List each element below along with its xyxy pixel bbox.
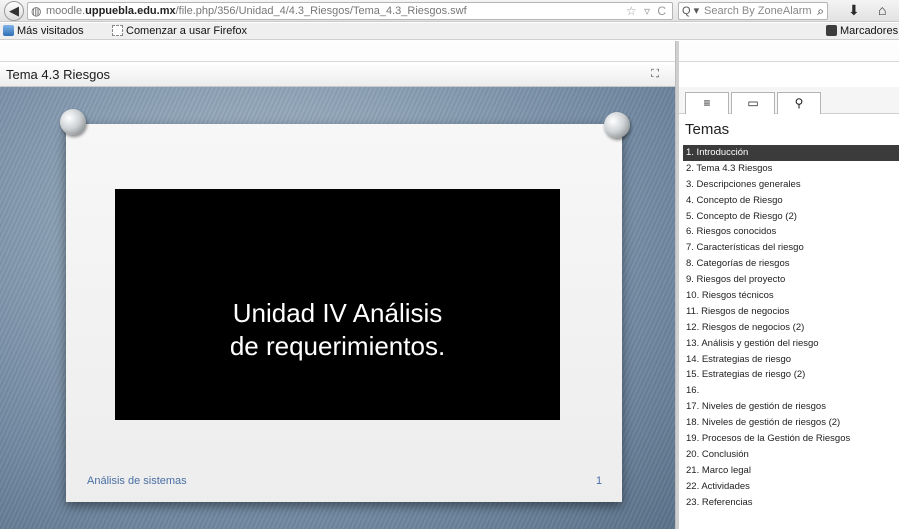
outline-item[interactable]: 7. Características del riesgo: [683, 240, 899, 256]
slide-footer: Análisis de sistemas: [87, 475, 187, 487]
bookmarks-menu-label: Marcadores: [840, 25, 899, 37]
presentation-titlebar: Tema 4.3 Riesgos ⛶: [0, 62, 675, 87]
outline-heading: Temas: [685, 121, 730, 138]
slide-stage: Unidad IV Análisis de requerimientos. An…: [0, 87, 675, 529]
outline-list: 1. Introducción 2. Tema 4.3 Riesgos 3. D…: [683, 145, 899, 510]
outline-item[interactable]: 15. Estrategias de riesgo (2): [683, 367, 899, 383]
url-path: /file.php/356/Unidad_4/4.3_Riesgos/Tema_…: [175, 5, 467, 17]
slide-number: 1: [596, 475, 603, 487]
url-prefix: moodle.: [46, 5, 86, 17]
outline-item[interactable]: 21. Marco legal: [683, 463, 899, 479]
bookmark-getting-started-label: Comenzar a usar Firefox: [126, 25, 248, 37]
home-icon[interactable]: ⌂: [878, 1, 886, 20]
url-bar[interactable]: ◍ moodle.uppuebla.edu.mx/file.php/356/Un…: [27, 2, 673, 20]
tab-outline[interactable]: ≡: [685, 92, 729, 114]
content-top-strip: [0, 41, 899, 62]
outline-item[interactable]: 6. Riesgos conocidos: [683, 224, 899, 240]
slide-title-box: Unidad IV Análisis de requerimientos.: [115, 189, 560, 420]
outline-item[interactable]: 19. Procesos de la Gestión de Riesgos: [683, 431, 899, 447]
back-button[interactable]: ◀: [4, 1, 24, 21]
outline-item[interactable]: 1. Introducción: [683, 145, 899, 161]
tab-thumbnails[interactable]: ▭: [731, 92, 775, 114]
outline-item[interactable]: 18. Niveles de gestión de riesgos (2): [683, 415, 899, 431]
outline-item[interactable]: 10. Riesgos técnicos: [683, 288, 899, 304]
slide-title-line-2: de requerimientos.: [229, 331, 446, 361]
url-domain: uppuebla.edu.mx: [85, 5, 176, 17]
search-icon[interactable]: ⌕: [817, 4, 824, 19]
back-arrow-icon: ◀: [9, 3, 19, 18]
globe-icon: ◍: [31, 4, 42, 18]
outline-item[interactable]: 8. Categorías de riesgos: [683, 256, 899, 272]
outline-item[interactable]: 5. Concepto de Riesgo (2): [683, 209, 899, 225]
list-icon: ≡: [703, 96, 711, 110]
search-bar[interactable]: Q ▾ Search By ZoneAlarm ⌕: [678, 2, 828, 20]
outline-item[interactable]: 2. Tema 4.3 Riesgos: [683, 161, 899, 177]
outline-item[interactable]: 3. Descripciones generales: [683, 177, 899, 193]
browser-navigation-bar: ◀ ◍ moodle.uppuebla.edu.mx/file.php/356/…: [0, 0, 899, 22]
outline-item[interactable]: 16.: [683, 383, 899, 399]
outline-item[interactable]: 22. Actividades: [683, 479, 899, 495]
slide-title-line-1: Unidad IV Análisis: [232, 298, 443, 328]
tab-search[interactable]: ⚲: [777, 92, 821, 114]
outline-item[interactable]: 12. Riesgos de negocios (2): [683, 320, 899, 336]
bookmark-getting-started[interactable]: Comenzar a usar Firefox: [112, 25, 247, 38]
pushpin-icon: [60, 109, 86, 135]
outline-item[interactable]: 14. Estrategias de riesgo: [683, 352, 899, 368]
slide-title: Unidad IV Análisis de requerimientos.: [115, 297, 560, 363]
most-visited-icon: [3, 25, 14, 36]
bookmark-most-visited[interactable]: Más visitados: [3, 25, 84, 38]
outline-item[interactable]: 13. Análisis y gestión del riesgo: [683, 336, 899, 352]
outline-item[interactable]: 17. Niveles de gestión de riesgos: [683, 399, 899, 415]
sidebar-tabs: ≡ ▭ ⚲: [679, 87, 899, 114]
url-text[interactable]: moodle.uppuebla.edu.mx/file.php/356/Unid…: [46, 5, 467, 18]
bookmarks-menu[interactable]: Marcadores: [826, 25, 898, 38]
bookmark-most-visited-label: Más visitados: [17, 25, 84, 37]
outline-item[interactable]: 4. Concepto de Riesgo: [683, 193, 899, 209]
bookmarks-menu-icon: [826, 25, 837, 36]
bookmarks-toolbar: Más visitados Comenzar a usar Firefox Ma…: [0, 23, 899, 40]
fullscreen-icon[interactable]: ⛶: [651, 67, 659, 81]
bookmark-star-icon[interactable]: ☆ ▿ C: [626, 4, 668, 19]
outline-item[interactable]: 9. Riesgos del proyecto: [683, 272, 899, 288]
pushpin-icon: [604, 112, 630, 138]
search-input[interactable]: Search By ZoneAlarm: [704, 5, 812, 18]
slide-paper: Unidad IV Análisis de requerimientos. An…: [66, 124, 622, 502]
outline-item[interactable]: 11. Riesgos de negocios: [683, 304, 899, 320]
thumbnail-icon: ▭: [747, 96, 759, 110]
presentation-title: Tema 4.3 Riesgos: [6, 67, 111, 82]
bookmark-page-icon: [112, 25, 123, 36]
outline-item[interactable]: 23. Referencias: [683, 495, 899, 511]
search-icon: ⚲: [794, 96, 804, 110]
search-engine-icon[interactable]: Q ▾: [682, 4, 699, 19]
outline-item[interactable]: 20. Conclusión: [683, 447, 899, 463]
download-icon[interactable]: ⬇: [848, 1, 860, 20]
